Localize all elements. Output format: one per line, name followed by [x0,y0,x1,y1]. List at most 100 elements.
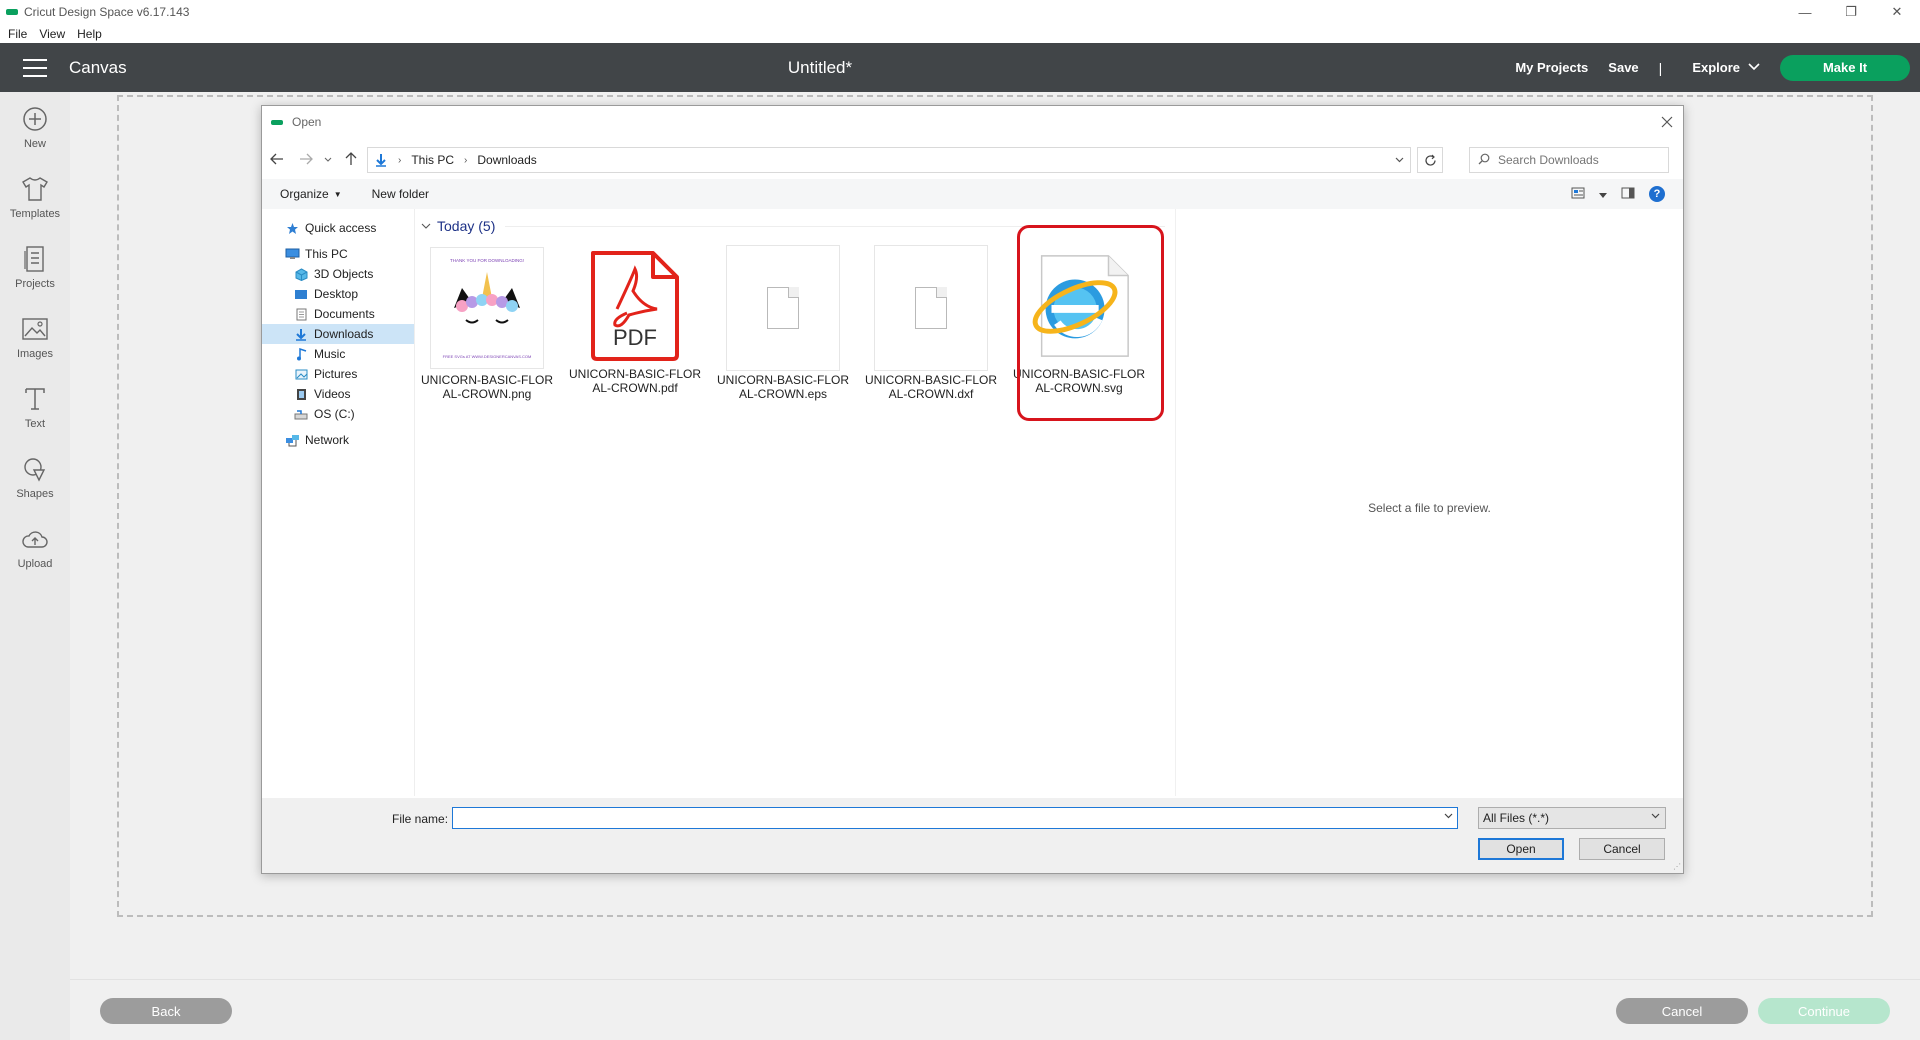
window-controls: — ❐ ✕ [1782,0,1920,24]
nav-item-downloads[interactable]: Downloads [262,324,414,344]
explore-label: Explore [1692,60,1740,75]
my-projects-link[interactable]: My Projects [1515,60,1588,75]
app-header: Canvas Untitled* My Projects Save | Expl… [0,43,1920,92]
file-type-select[interactable]: All Files (*.*) [1478,807,1666,829]
breadcrumb-separator-icon: › [398,154,402,166]
nav-label: Documents [314,307,375,321]
tool-projects[interactable]: Projects [0,232,70,302]
address-dropdown-icon[interactable] [1388,148,1410,172]
generic-file-frame [726,245,840,371]
nav-label: Quick access [305,221,377,235]
explore-dropdown[interactable]: Explore [1692,60,1760,75]
tool-upload[interactable]: Upload [0,512,70,582]
forward-arrow-icon[interactable] [291,147,320,171]
nav-item-pictures[interactable]: Pictures [262,364,414,384]
file-item-pdf[interactable]: PDF UNICORN-BASIC-FLORAL-CROWN.pdf [565,247,705,395]
recent-locations-chevron-icon[interactable] [320,147,336,171]
tool-label: New [23,138,46,150]
open-button[interactable]: Open [1478,838,1564,860]
file-name-input[interactable] [453,809,1433,827]
file-item-dxf[interactable]: UNICORN-BASIC-FLORAL-CROWN.dxf [861,245,1001,401]
plus-circle-icon [20,104,50,134]
help-icon[interactable]: ? [1649,186,1665,202]
file-item-eps[interactable]: UNICORN-BASIC-FLORAL-CROWN.eps [713,245,853,401]
address-bar[interactable]: › This PC › Downloads [367,147,1411,173]
tool-text[interactable]: Text [0,372,70,442]
tool-label: Projects [15,278,55,290]
new-folder-button[interactable]: New folder [372,187,429,201]
nav-item-this-pc[interactable]: This PC [262,244,414,264]
close-icon[interactable] [1655,110,1679,134]
nav-item-quick-access[interactable]: Quick access [262,218,414,238]
hamburger-menu-icon[interactable] [23,58,47,77]
navigation-pane: Quick access This PC 3D Objects Desktop … [262,216,414,796]
nav-item-desktop[interactable]: Desktop [262,284,414,304]
close-window-button[interactable]: ✕ [1874,0,1920,24]
tool-images[interactable]: Images [0,302,70,372]
tool-shapes[interactable]: Shapes [0,442,70,512]
change-view-icon[interactable] [1571,187,1585,202]
nav-item-music[interactable]: Music [262,344,414,364]
search-box[interactable] [1469,147,1669,173]
unicorn-thumbnail-image: THANK YOU FOR DOWNLOADING! FREE SVGs AT … [430,247,544,369]
tool-templates[interactable]: Templates [0,162,70,232]
organize-menu[interactable]: Organize ▼ [280,187,342,201]
nav-item-videos[interactable]: Videos [262,384,414,404]
header-separator: | [1658,59,1663,76]
view-dropdown-icon[interactable] [1599,187,1607,201]
resize-grip-icon[interactable]: ⋰ [1673,862,1681,871]
chevron-down-icon [421,221,431,232]
file-type-value: All Files (*.*) [1483,811,1550,825]
file-item-svg[interactable]: UNICORN-BASIC-FLORAL-CROWN.svg [1009,247,1149,395]
menu-view[interactable]: View [39,27,65,41]
footer-cancel-button[interactable]: Cancel [1616,998,1748,1024]
refresh-icon[interactable] [1417,147,1443,173]
preview-pane-icon[interactable] [1621,187,1635,202]
tool-label: Templates [9,208,61,220]
file-name: UNICORN-BASIC-FLORAL-CROWN.pdf [569,367,702,395]
make-it-button[interactable]: Make It [1780,54,1910,81]
pdf-badge-text: PDF [613,325,657,350]
search-input[interactable] [1498,153,1658,167]
text-icon [20,384,50,414]
header-actions: My Projects Save | Explore Make It [1505,43,1910,92]
thumbnail-bottom-text: FREE SVGs AT WWW.DESIGNERCANVAS.COM [443,354,532,359]
menu-file[interactable]: File [8,27,27,41]
network-icon [284,433,300,447]
tool-new[interactable]: New [0,92,70,162]
section-title: Canvas [69,57,127,77]
nav-label: Videos [314,387,351,401]
nav-label: This PC [305,247,348,261]
menu-bar: File View Help [0,24,1920,43]
file-list: Today (5) THANK YOU FOR DOWNLOADING! FRE… [415,209,1175,796]
file-item-png[interactable]: THANK YOU FOR DOWNLOADING! FREE SVGs AT … [417,247,557,401]
generic-file-icon [915,287,947,329]
back-arrow-icon[interactable] [262,147,291,171]
back-button[interactable]: Back [100,998,232,1024]
nav-item-documents[interactable]: Documents [262,304,414,324]
continue-button[interactable]: Continue [1758,998,1890,1024]
menu-help[interactable]: Help [77,27,102,41]
nav-label: Downloads [314,327,374,341]
caret-down-icon: ▼ [333,189,342,199]
tool-label: Text [24,418,46,430]
shapes-icon [20,454,50,484]
group-header-today[interactable]: Today (5) [421,216,495,236]
nav-label: 3D Objects [314,267,374,281]
file-thumbnail [874,245,988,371]
up-arrow-icon[interactable] [336,147,365,171]
breadcrumb-downloads[interactable]: Downloads [477,153,536,167]
video-icon [293,387,309,401]
file-name-field[interactable] [452,807,1458,829]
nav-item-os-c[interactable]: OS (C:) [262,404,414,424]
nav-item-3d-objects[interactable]: 3D Objects [262,264,414,284]
breadcrumb-this-pc[interactable]: This PC [411,153,454,167]
minimize-button[interactable]: — [1782,0,1828,24]
file-name-dropdown-icon[interactable] [1444,811,1453,822]
dialog-cancel-button[interactable]: Cancel [1579,838,1665,860]
file-name: UNICORN-BASIC-FLORAL-CROWN.svg [1013,367,1146,395]
save-link[interactable]: Save [1608,60,1638,75]
restore-button[interactable]: ❐ [1828,0,1874,24]
nav-label: Pictures [314,367,358,381]
nav-item-network[interactable]: Network [262,430,414,450]
